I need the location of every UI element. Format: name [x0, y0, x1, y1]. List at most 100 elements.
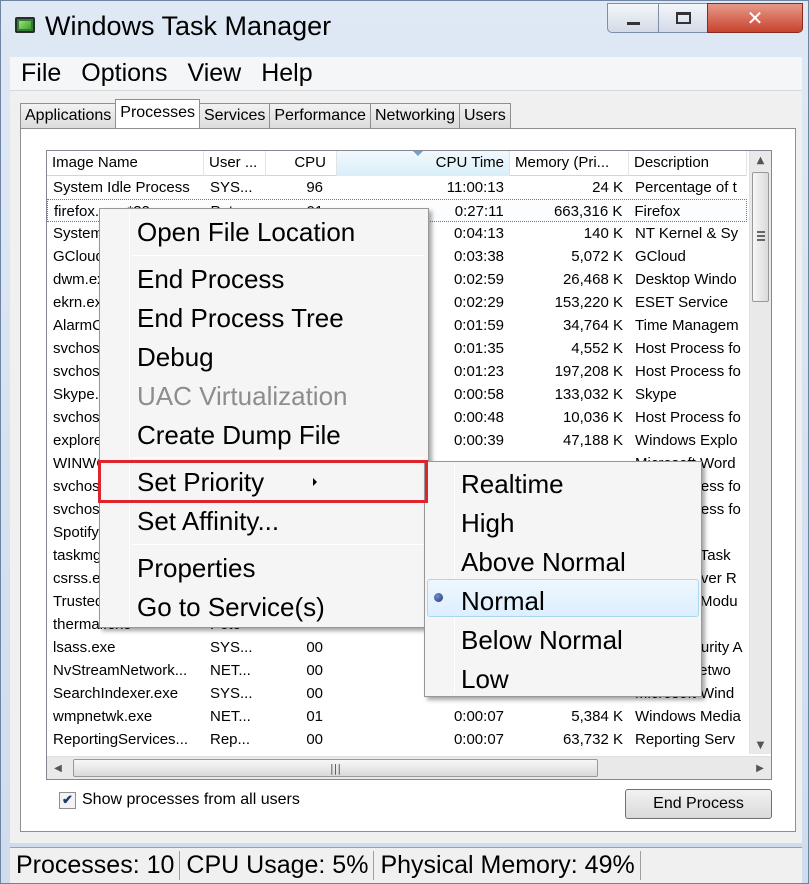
cell-desc: GCloud — [635, 248, 686, 265]
cell-desc: Windows Explo — [635, 432, 738, 449]
menu-end-process[interactable]: End Process — [137, 264, 284, 295]
horizontal-scrollbar[interactable]: ◀ ||| ▶ — [47, 756, 771, 779]
column-description[interactable]: Description — [629, 151, 747, 176]
horizontal-scroll-thumb[interactable]: ||| — [73, 759, 598, 777]
menu-separator — [132, 255, 424, 256]
cell-user: Rep... — [210, 731, 251, 748]
close-button[interactable]: ✕ — [707, 3, 803, 33]
menu-view[interactable]: View — [176, 59, 250, 88]
column-cpu-time-label: CPU Time — [435, 154, 504, 171]
status-processes: Processes: 10 — [10, 851, 181, 880]
cell-user: NET... — [210, 662, 251, 679]
cell-desc: Percentage of t — [635, 179, 737, 196]
minimize-icon — [626, 21, 640, 25]
title-bar[interactable]: Windows Task Manager ✕ — [1, 1, 808, 53]
table-row[interactable]: ReportingServices... Rep... 00 0:00:07 63,73… — [47, 728, 747, 751]
priority-low[interactable]: Low — [461, 664, 509, 695]
menu-open-file-location[interactable]: Open File Location — [137, 217, 355, 248]
menu-debug[interactable]: Debug — [137, 342, 214, 373]
cell-desc: Reporting Serv — [635, 731, 736, 748]
cell-cpu: 01 — [306, 708, 323, 725]
radio-selected-icon — [434, 593, 443, 602]
menu-go-to-services[interactable]: Go to Service(s) — [137, 592, 325, 623]
process-context-menu: Open File Location End Process End Proce… — [99, 208, 429, 628]
menu-create-dump-file[interactable]: Create Dump File — [137, 420, 341, 451]
cell-mem: 63,732 K — [562, 731, 623, 748]
cell-mem: 26,468 K — [562, 271, 623, 288]
menu-help[interactable]: Help — [250, 59, 321, 88]
window-title: Windows Task Manager — [45, 11, 332, 41]
tab-users[interactable]: Users — [458, 103, 511, 128]
cell-cpu: 00 — [306, 639, 323, 656]
menu-properties[interactable]: Properties — [137, 553, 256, 584]
status-cpu-usage: CPU Usage: 5% — [180, 851, 375, 880]
cell-desc: Time Managem — [635, 317, 739, 334]
menu-file[interactable]: File — [10, 59, 70, 88]
cell-user: SYS... — [210, 639, 253, 656]
cell-name: ReportingServices... — [53, 731, 189, 748]
menu-end-process-tree[interactable]: End Process Tree — [137, 303, 344, 334]
cell-mem: 5,384 K — [571, 708, 623, 725]
scroll-down-icon[interactable]: ▼ — [750, 736, 771, 754]
task-manager-icon — [15, 17, 35, 33]
vertical-scrollbar[interactable]: ▲ ▼ — [749, 151, 771, 754]
cell-name: SearchIndexer.exe — [53, 685, 179, 702]
cell-mem: 140 K — [583, 225, 623, 242]
checkmark-icon: ✔ — [62, 792, 73, 807]
end-process-button-label: End Process — [653, 795, 744, 812]
priority-realtime[interactable]: Realtime — [461, 469, 564, 500]
scroll-up-icon[interactable]: ▲ — [750, 151, 771, 169]
cell-name: NvStreamNetwork... — [53, 662, 188, 679]
tab-performance[interactable]: Performance — [269, 103, 371, 128]
cell-mem: 4,552 K — [571, 340, 623, 357]
cell-desc: NT Kernel & Sy — [635, 225, 739, 242]
scroll-right-icon[interactable]: ▶ — [749, 757, 771, 779]
tab-processes[interactable]: Processes — [115, 99, 200, 128]
close-icon: ✕ — [746, 6, 764, 30]
cell-time: 0:00:07 — [453, 708, 504, 725]
cell-mem: 153,220 K — [554, 294, 623, 311]
column-memory[interactable]: Memory (Pri... — [510, 151, 629, 176]
menu-separator — [132, 544, 424, 545]
scroll-left-icon[interactable]: ◀ — [47, 757, 69, 779]
priority-above-normal[interactable]: Above Normal — [461, 547, 626, 578]
show-all-processes-toggle[interactable]: ✔ Show processes from all users — [59, 791, 300, 809]
minimize-button[interactable] — [607, 3, 659, 33]
cell-cpu: 96 — [306, 179, 323, 196]
menu-bar: File Options View Help — [10, 57, 802, 91]
cell-mem: 24 K — [592, 179, 623, 196]
menu-set-affinity[interactable]: Set Affinity... — [137, 506, 279, 537]
menu-options[interactable]: Options — [70, 59, 176, 88]
menu-gutter — [129, 211, 130, 625]
cell-desc: Windows Media — [635, 708, 741, 725]
column-cpu-time[interactable]: CPU Time — [337, 151, 510, 176]
cell-name: System Idle Process — [53, 179, 190, 196]
end-process-button[interactable]: End Process — [625, 789, 772, 819]
annotation-highlight-set-priority — [98, 460, 428, 503]
table-row[interactable]: System Idle Process SYS... 96 11:00:13 24 K P… — [47, 176, 747, 199]
cell-time: 0:00:07 — [453, 731, 504, 748]
cell-name: lsass.exe — [53, 639, 116, 656]
priority-normal[interactable]: Normal — [461, 586, 545, 617]
tab-services[interactable]: Services — [198, 103, 271, 128]
maximize-icon — [675, 12, 691, 24]
priority-high[interactable]: High — [461, 508, 514, 539]
vertical-scroll-thumb[interactable] — [752, 172, 769, 302]
tab-applications[interactable]: Applications — [20, 103, 117, 128]
cell-time: 11:00:13 — [446, 179, 504, 196]
cell-user: NET... — [210, 708, 251, 725]
cell-mem: 197,208 K — [554, 363, 623, 380]
tab-networking[interactable]: Networking — [369, 103, 460, 128]
cell-desc: Firefox — [634, 203, 681, 220]
show-all-checkbox[interactable]: ✔ — [59, 791, 76, 809]
status-bar: Processes: 10 CPU Usage: 5% Physical Mem… — [10, 847, 802, 883]
maximize-button[interactable] — [658, 3, 708, 33]
column-image-name[interactable]: Image Name — [47, 151, 204, 176]
table-row[interactable]: wmpnetwk.exe NET... 01 0:00:07 5,384 K Window… — [47, 705, 747, 728]
cell-user: SYS... — [210, 179, 253, 196]
column-cpu[interactable]: CPU — [266, 151, 337, 176]
column-user-name[interactable]: User ... — [204, 151, 266, 176]
priority-below-normal[interactable]: Below Normal — [461, 625, 623, 656]
grip-icon: ||| — [329, 761, 342, 775]
tab-strip: Applications Processes Services Performa… — [20, 99, 511, 128]
